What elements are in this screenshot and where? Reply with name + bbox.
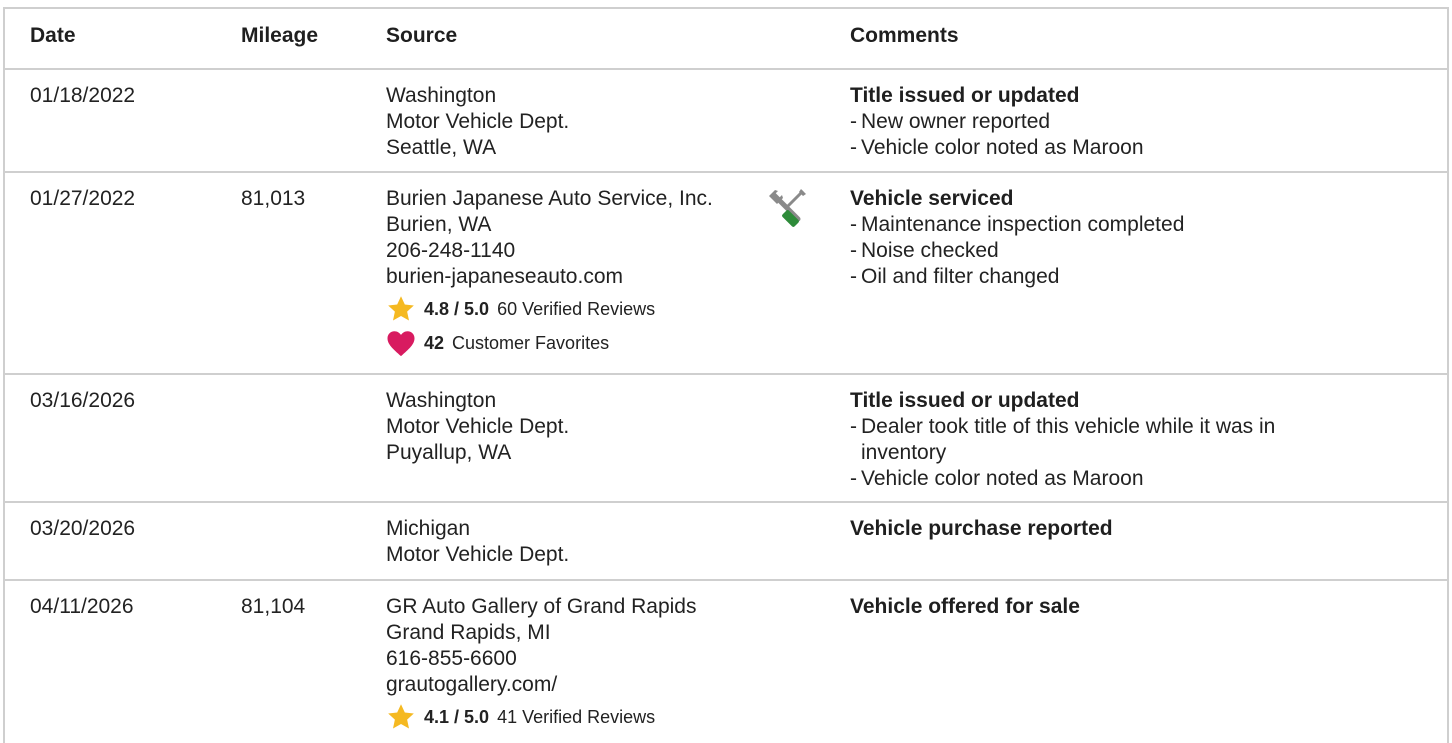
comment-title: Vehicle serviced (850, 187, 1014, 210)
comment-item: Dealer took title of this vehicle while … (850, 414, 1350, 466)
table-row: 01/18/2022 Washington Motor Vehicle Dept… (5, 70, 1447, 173)
comment-title: Vehicle purchase reported (850, 517, 1113, 540)
row-comments: Vehicle serviced Maintenance inspection … (850, 186, 1370, 290)
comment-title: Title issued or updated (850, 389, 1080, 412)
row-source: Michigan Motor Vehicle Dept. (386, 516, 836, 568)
source-line: 616-855-6600 (386, 647, 517, 670)
row-date: 04/11/2026 (30, 595, 134, 618)
rating-value: 4.1 / 5.0 (424, 707, 490, 727)
favorites-label: Customer Favorites (452, 333, 610, 353)
star-icon (388, 296, 414, 321)
source-line: Michigan (386, 517, 471, 540)
row-date: 01/18/2022 (30, 84, 136, 107)
rating[interactable]: 4.1 / 5.0 41 Verified Reviews (386, 702, 836, 732)
row-comments: Vehicle purchase reported (850, 516, 1370, 542)
source-line: 206-248-1140 (386, 239, 516, 262)
table-row: 01/27/2022 81,013 Burien Japanese Auto S… (5, 173, 1447, 375)
source-line: Motor Vehicle Dept. (386, 110, 570, 133)
comment-item: New owner reported (850, 109, 1370, 135)
row-source: Washington Motor Vehicle Dept. Seattle, … (386, 83, 836, 161)
rating[interactable]: 4.8 / 5.0 60 Verified Reviews (386, 294, 836, 324)
comment-item: Vehicle color noted as Maroon (850, 466, 1350, 492)
heart-icon (387, 331, 415, 357)
rating-value: 4.8 / 5.0 (424, 299, 490, 319)
header-source: Source (386, 24, 458, 47)
review-count: 60 Verified Reviews (497, 299, 656, 319)
comment-item: Noise checked (850, 238, 1370, 264)
comment-item: Maintenance inspection completed (850, 212, 1370, 238)
source-line: Grand Rapids, MI (386, 621, 551, 644)
table-row: 04/11/2026 81,104 GR Auto Gallery of Gra… (5, 581, 1447, 743)
table-header: Date Mileage Source Comments (5, 9, 1447, 70)
row-mileage: 81,013 (241, 187, 306, 210)
table-row: 03/16/2026 Washington Motor Vehicle Dept… (5, 375, 1447, 503)
row-date: 03/16/2026 (30, 389, 136, 412)
row-date: 03/20/2026 (30, 517, 136, 540)
vehicle-history-table: Date Mileage Source Comments 01/18/2022 … (3, 7, 1449, 743)
source-line: GR Auto Gallery of Grand Rapids (386, 595, 697, 618)
source-website-link[interactable]: grautogallery.com/ (386, 672, 836, 698)
review-count: 41 Verified Reviews (497, 707, 656, 727)
row-comments: Vehicle offered for sale (850, 594, 1370, 620)
header-date: Date (30, 24, 76, 47)
row-comments: Title issued or updated New owner report… (850, 83, 1370, 161)
source-line: Washington (386, 389, 497, 412)
source-line: Washington (386, 84, 497, 107)
source-line: Puyallup, WA (386, 441, 512, 464)
source-line: Motor Vehicle Dept. (386, 415, 570, 438)
wrench-screwdriver-icon (769, 189, 806, 227)
comment-item: Vehicle color noted as Maroon (850, 135, 1370, 161)
header-mileage: Mileage (241, 24, 319, 47)
source-line: Motor Vehicle Dept. (386, 543, 570, 566)
source-line: Seattle, WA (386, 136, 497, 159)
header-comments: Comments (850, 24, 959, 47)
row-date: 01/27/2022 (30, 187, 136, 210)
comment-title: Title issued or updated (850, 84, 1080, 107)
row-comments: Title issued or updated Dealer took titl… (850, 388, 1350, 492)
table-row: 03/20/2026 Michigan Motor Vehicle Dept. … (5, 503, 1447, 579)
row-source: Washington Motor Vehicle Dept. Puyallup,… (386, 388, 836, 466)
row-source: GR Auto Gallery of Grand Rapids Grand Ra… (386, 594, 836, 732)
comment-title: Vehicle offered for sale (850, 595, 1080, 618)
star-icon (388, 704, 414, 729)
comment-item: Oil and filter changed (850, 264, 1370, 290)
source-website-link[interactable]: burien-japaneseauto.com (386, 264, 836, 290)
row-mileage: 81,104 (241, 595, 306, 618)
favorites-count: 42 (424, 333, 445, 353)
favorites[interactable]: 42 Customer Favorites (386, 328, 836, 358)
